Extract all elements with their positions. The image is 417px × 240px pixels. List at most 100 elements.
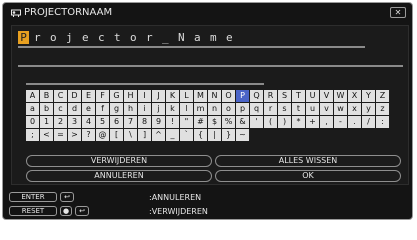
key[interactable]: p (236, 103, 249, 115)
key[interactable]: X (348, 90, 361, 102)
key[interactable]: T (292, 90, 305, 102)
key[interactable]: H (124, 90, 137, 102)
key[interactable]: t (292, 103, 305, 115)
key[interactable]: Z (376, 90, 389, 102)
key[interactable]: r (264, 103, 277, 115)
key[interactable]: & (236, 116, 249, 128)
key[interactable]: f (96, 103, 109, 115)
key[interactable]: 7 (124, 116, 137, 128)
key[interactable]: u (306, 103, 319, 115)
key[interactable]: 6 (110, 116, 123, 128)
key[interactable]: O (222, 90, 235, 102)
key[interactable]: ] (138, 129, 151, 141)
key[interactable]: } (222, 129, 235, 141)
key[interactable]: { (194, 129, 207, 141)
key[interactable]: 1 (40, 116, 53, 128)
key[interactable]: < (40, 129, 53, 141)
key[interactable]: s (278, 103, 291, 115)
key[interactable]: o (222, 103, 235, 115)
key[interactable]: 8 (138, 116, 151, 128)
key[interactable]: z (376, 103, 389, 115)
key[interactable]: m (194, 103, 207, 115)
key[interactable]: j (152, 103, 165, 115)
key[interactable]: - (334, 116, 347, 128)
key[interactable]: V (320, 90, 333, 102)
clear-all-button[interactable]: ALLES WISSEN (215, 155, 401, 167)
key[interactable]: v (320, 103, 333, 115)
key[interactable]: ( (264, 116, 277, 128)
close-button[interactable]: ✕ (390, 7, 406, 18)
key[interactable]: a (26, 103, 39, 115)
key[interactable]: Q (250, 90, 263, 102)
key[interactable]: B (40, 90, 53, 102)
key[interactable]: G (110, 90, 123, 102)
key[interactable]: K (166, 90, 179, 102)
key[interactable]: ? (82, 129, 95, 141)
key[interactable]: E (82, 90, 95, 102)
key[interactable]: ^ (152, 129, 165, 141)
key[interactable]: ) (278, 116, 291, 128)
key[interactable]: = (54, 129, 67, 141)
key[interactable]: , (320, 116, 333, 128)
key[interactable]: 3 (68, 116, 81, 128)
key[interactable]: ! (166, 116, 179, 128)
key[interactable]: n (208, 103, 221, 115)
key[interactable]: d (68, 103, 81, 115)
key[interactable]: # (194, 116, 207, 128)
cancel-button[interactable]: ANNULEREN (26, 170, 212, 182)
key[interactable]: e (82, 103, 95, 115)
key[interactable]: @ (96, 129, 109, 141)
key-selected[interactable]: P (236, 90, 249, 102)
key[interactable]: l (180, 103, 193, 115)
name-input-field[interactable]: Pr o j e c t o r _ Na m e (18, 31, 242, 45)
key[interactable]: N (208, 90, 221, 102)
key[interactable]: S (278, 90, 291, 102)
key[interactable]: " (180, 116, 193, 128)
key[interactable]: > (68, 129, 81, 141)
key[interactable]: U (306, 90, 319, 102)
key[interactable]: D (68, 90, 81, 102)
key[interactable]: w (334, 103, 347, 115)
key[interactable]: * (292, 116, 305, 128)
key[interactable]: I (138, 90, 151, 102)
key[interactable]: g (110, 103, 123, 115)
key[interactable]: \ (124, 129, 137, 141)
key[interactable]: y (362, 103, 375, 115)
key[interactable]: % (222, 116, 235, 128)
key[interactable]: h (124, 103, 137, 115)
key[interactable]: ' (250, 116, 263, 128)
key[interactable]: M (194, 90, 207, 102)
key[interactable]: 5 (96, 116, 109, 128)
key[interactable]: L (180, 90, 193, 102)
key[interactable]: F (96, 90, 109, 102)
delete-button[interactable]: VERWIJDEREN (26, 155, 212, 167)
key[interactable]: A (26, 90, 39, 102)
key[interactable]: 9 (152, 116, 165, 128)
key[interactable]: C (54, 90, 67, 102)
key[interactable]: | (208, 129, 221, 141)
key[interactable]: x (348, 103, 361, 115)
key[interactable]: ` (180, 129, 193, 141)
key[interactable]: ; (26, 129, 39, 141)
key[interactable]: W (334, 90, 347, 102)
key[interactable]: R (264, 90, 277, 102)
key[interactable]: + (306, 116, 319, 128)
key[interactable]: . (348, 116, 361, 128)
key[interactable]: k (166, 103, 179, 115)
key[interactable]: Y (362, 90, 375, 102)
key[interactable]: $ (208, 116, 221, 128)
key[interactable]: i (138, 103, 151, 115)
key[interactable]: 2 (54, 116, 67, 128)
key[interactable]: / (362, 116, 375, 128)
key[interactable]: 0 (26, 116, 39, 128)
key[interactable]: : (376, 116, 389, 128)
key[interactable]: J (152, 90, 165, 102)
key[interactable]: _ (166, 129, 179, 141)
ok-button[interactable]: OK (215, 170, 401, 182)
key[interactable]: 4 (82, 116, 95, 128)
key[interactable]: b (40, 103, 53, 115)
key[interactable]: c (54, 103, 67, 115)
key[interactable]: q (250, 103, 263, 115)
key[interactable]: [ (110, 129, 123, 141)
key[interactable]: ~ (236, 129, 249, 141)
